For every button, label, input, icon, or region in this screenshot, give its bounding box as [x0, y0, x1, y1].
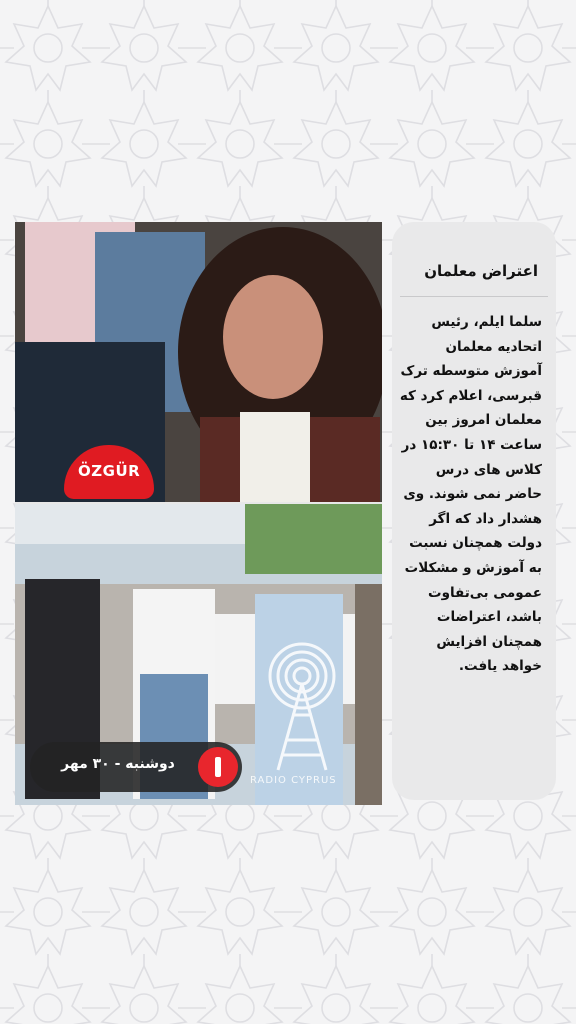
date-label: دوشنبه - ۳۰ مهر	[61, 756, 175, 772]
radio-tower-icon	[268, 642, 336, 771]
story-body: سلما ایلم، رئیس اتحادیه معلمان آموزش متو…	[399, 314, 542, 675]
story-title: اعتراض معلمان	[424, 262, 538, 280]
mic-brand-label: ÖZGÜR	[78, 462, 141, 480]
title-divider	[400, 296, 548, 297]
live-record-icon[interactable]	[198, 747, 238, 787]
speaker-photo	[15, 222, 382, 502]
radio-watermark: RADIO CYPRUS	[250, 775, 337, 786]
